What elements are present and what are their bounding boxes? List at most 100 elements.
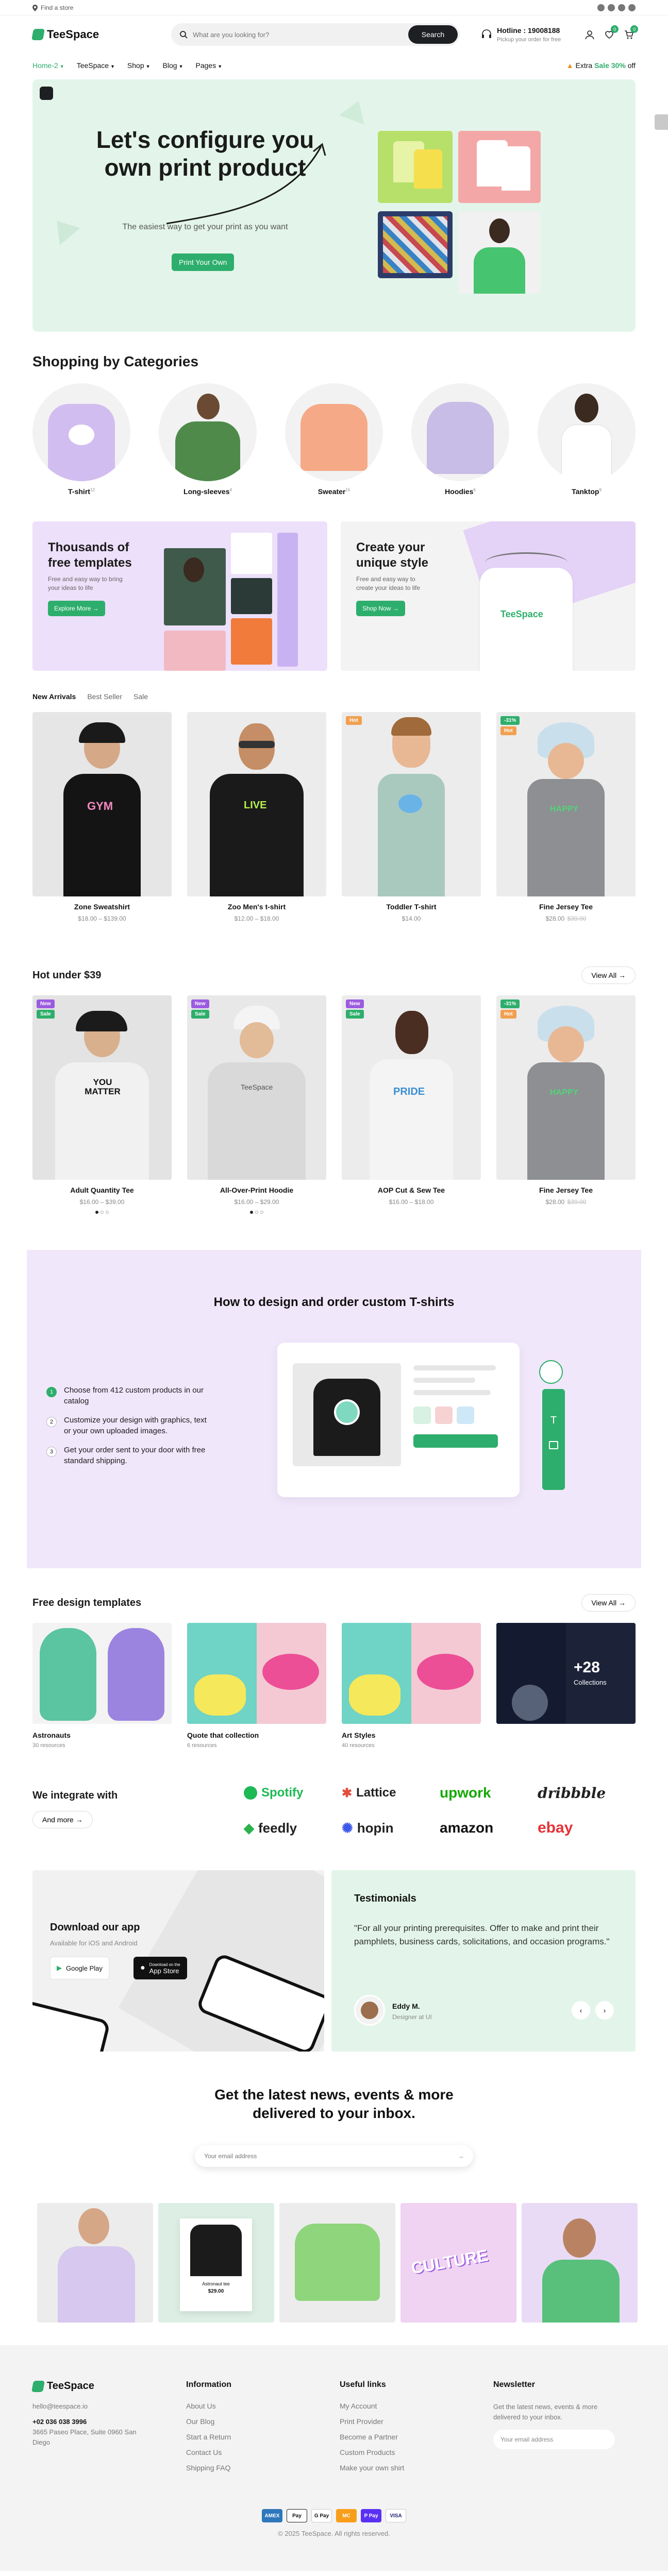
curved-arrow-icon [166,143,326,225]
hot-under-view-all-button[interactable]: View All → [581,967,636,984]
product-card[interactable]: LIVE Zoo Men's t-shirt $12.00 – $18.00 [187,712,326,922]
templates-view-all-button[interactable]: View All → [581,1594,636,1612]
tab-sale[interactable]: Sale [133,692,148,701]
footer-link[interactable]: Print Provider [340,2417,493,2426]
chevron-down-icon: ▼ [59,64,64,69]
spotify-logo[interactable]: Spotify [244,1783,342,1803]
account-icon[interactable] [584,29,595,40]
footer-link[interactable]: Custom Products [340,2448,493,2456]
facebook-icon[interactable] [608,4,615,11]
footer-link[interactable]: About Us [186,2402,340,2410]
product-image: -31% Hot HAPPY [496,995,636,1180]
tab-best-seller[interactable]: Best Seller [87,692,122,701]
extra-sale-promo[interactable]: ▲ Extra Sale 30% off [566,61,636,70]
template-card[interactable]: Quote that collection 6 resources [187,1623,326,1749]
footer-link[interactable]: Shipping FAQ [186,2464,340,2472]
footer-logo[interactable]: TeeSpace [31,2380,186,2392]
and-more-button[interactable]: And more → [32,1811,93,1828]
payment-methods: AMEX Pay G Pay MC P Pay VISA [32,2509,636,2522]
template-card-more[interactable]: +28 Collections [496,1623,636,1749]
footer-email[interactable]: hello@teespace.io [32,2401,186,2412]
nav-item-pages[interactable]: Pages ▼ [196,61,223,70]
image-tool-icon [549,1441,558,1449]
product-card[interactable]: -31% Hot HAPPY Fine Jersey Tee $28.00 $3… [496,995,636,1214]
category-item-tanktop[interactable]: Tanktop9 [538,383,636,496]
category-item-long-sleeves[interactable]: Long-sleeves4 [159,383,257,496]
promo-image-tee [231,618,272,665]
lattice-logo[interactable]: ✱ Lattice [342,1783,440,1803]
tab-new-arrivals[interactable]: New Arrivals [32,692,76,701]
new-arrivals-list: GYM Zone Sweatshirt $18.00 – $139.00 LIV… [32,712,636,922]
paint-icon [539,1360,563,1384]
cart-icon[interactable]: 0 [624,25,639,40]
ebay-logo[interactable]: ebay [538,1818,636,1838]
hotline-number: Hotline : 19008188 [497,26,560,35]
feedly-logo[interactable]: ◆ feedly [244,1818,342,1838]
product-card[interactable]: New Sale PRIDE AOP Cut & Sew Tee $16.00 … [342,995,481,1214]
product-image: Hot [342,712,481,896]
footer-link[interactable]: My Account [340,2402,493,2410]
footer-link[interactable]: Contact Us [186,2448,340,2456]
step-item[interactable]: 3 Get your order sent to your door with f… [46,1445,211,1466]
template-card[interactable]: Astronauts 30 resources [32,1623,172,1749]
arrow-right-icon: → [392,605,399,612]
color-swatches[interactable] [187,1211,326,1214]
print-your-own-button[interactable]: Print Your Own [172,253,235,271]
template-name: Astronauts [32,1731,71,1739]
gallery-image [522,2203,638,2323]
step-item[interactable]: 1 Choose from 412 custom products in our … [46,1385,211,1406]
product-card[interactable]: Hot Toddler T-shirt $14.00 [342,712,481,922]
category-item-tshirt[interactable]: T-shirt12 [32,383,130,496]
nav-item-teespace[interactable]: TeeSpace ▼ [77,61,115,70]
nav-item-shop[interactable]: Shop ▼ [127,61,151,70]
footer-email-input[interactable]: Your email address [493,2430,615,2449]
wishlist-icon[interactable]: 0 [604,25,619,40]
footer-phone[interactable]: +02 036 038 3996 [32,2417,186,2427]
shop-now-button[interactable]: Shop Now → [356,601,405,616]
newsletter-email-input[interactable]: Your email address → [195,2145,473,2167]
testimonial-quote: "For all your printing prerequisites. Of… [354,1923,610,1946]
promo-title: Create your unique style [356,540,429,570]
explore-more-button[interactable]: Explore More → [48,601,105,616]
logo[interactable]: TeeSpace [31,28,99,41]
step-item[interactable]: 2 Customize your design with graphics, te… [46,1415,211,1436]
nav-item-home[interactable]: Home-2 ▼ [32,61,64,70]
category-image [285,383,383,481]
footer-link[interactable]: Our Blog [186,2417,340,2426]
prev-arrow-icon[interactable]: ‹ [572,2001,590,2020]
dribbble-logo[interactable]: dribbble [538,1783,636,1803]
hopin-logo[interactable]: ✺ hopin [342,1818,440,1838]
product-card[interactable]: GYM Zone Sweatshirt $18.00 – $139.00 [32,712,172,922]
app-store-button[interactable]: ● Download on the App Store [133,1957,187,1979]
template-card[interactable]: Art Styles 40 resources [342,1623,481,1749]
category-image [159,383,257,481]
product-card[interactable]: -31% Hot HAPPY Fine Jersey Tee $28.00 $3… [496,712,636,922]
google-play-button[interactable]: ▶ Google Play [50,1957,109,1979]
amazon-logo[interactable]: amazon [440,1818,538,1838]
twitter-icon[interactable] [597,4,605,11]
send-arrow-icon[interactable]: → [458,2153,464,2160]
color-swatches[interactable] [32,1211,172,1214]
footer-link[interactable]: Become a Partner [340,2433,493,2441]
footer-link[interactable]: Make your own shirt [340,2464,493,2472]
pinterest-icon[interactable] [628,4,636,11]
footer-link[interactable]: Start a Return [186,2433,340,2441]
product-card[interactable]: New Sale YOU MATTER Adult Quantity Tee $… [32,995,172,1214]
app-title: Download our app [50,1922,140,1933]
find-store-link[interactable]: Find a store [32,4,73,11]
template-count: 40 resources [342,1742,375,1749]
search-button[interactable]: Search [408,25,458,44]
category-item-sweater[interactable]: Sweater15 [285,383,383,496]
nav-item-blog[interactable]: Blog ▼ [163,61,183,70]
upwork-logo[interactable]: upwork [440,1783,538,1803]
product-price: $28.00 $39.00 [545,915,587,922]
product-card[interactable]: New Sale TeeSpace All-Over-Print Hoodie … [187,995,326,1214]
next-arrow-icon[interactable]: › [595,2001,614,2020]
hero-image-color-swatches [378,211,453,278]
side-panel-tab[interactable] [655,114,668,130]
category-item-hoodies[interactable]: Hoodies6 [411,383,509,496]
instagram-icon[interactable] [618,4,625,11]
search-input[interactable] [188,30,408,39]
template-count: 30 resources [32,1742,65,1749]
templates-title: Free design templates [32,1597,142,1608]
